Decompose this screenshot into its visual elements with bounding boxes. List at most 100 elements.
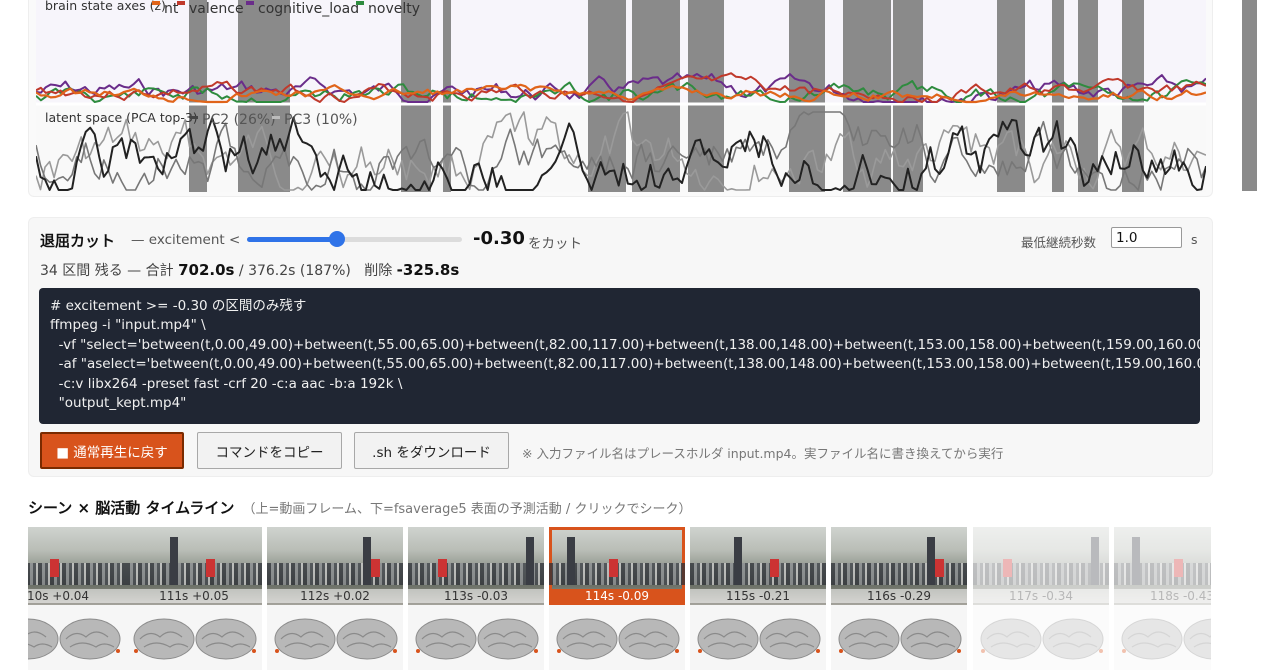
brain-surface-pair: [28, 618, 121, 660]
brain-activity-thumbnail[interactable]: [408, 611, 544, 670]
legend-swatch: [190, 116, 198, 119]
min-duration-unit: s: [1191, 232, 1198, 247]
legend-entry: PC2 (26%): [202, 112, 276, 128]
boring-cut-panel: 退屈カット — excitement < -0.30 をカット 最低継続秒数 s…: [28, 217, 1213, 477]
frame-crowd: [831, 563, 967, 585]
brain-surface-pair: [1121, 618, 1211, 660]
placeholder-note: ※ 入力ファイル名はプレースホルダ input.mp4。実ファイル名に書き換えて…: [522, 446, 1004, 461]
timeline-heading: シーン × 脳活動 タイムライン （上=動画フレーム、下=fsaverage5 表…: [28, 497, 691, 518]
deleted-value: -325.8s: [396, 261, 460, 279]
frame-figure: [1132, 537, 1140, 585]
legend-swatch: [356, 1, 364, 5]
legend-entry: nt: [164, 1, 179, 17]
tile-label: 118s -0.43: [1114, 589, 1211, 603]
frame-crowd: [408, 563, 544, 585]
tile-label: 111s +0.05: [126, 589, 262, 603]
tile-label: 116s -0.29: [831, 589, 967, 603]
brain-surface-pair: [415, 618, 539, 660]
threshold-slider[interactable]: [247, 231, 462, 247]
legend-entry: novelty: [368, 1, 420, 17]
frame-figure: [567, 537, 575, 585]
deleted-label: 削除: [364, 263, 393, 279]
frame-figure: [526, 537, 534, 585]
command-line: "output_kept.mp4": [50, 395, 187, 412]
tile-label: 10s +0.04: [28, 589, 126, 603]
timeline-tile[interactable]: 10s +0.04: [28, 527, 126, 670]
kept-total: 702.0s: [178, 261, 235, 279]
legend-entry: valence: [189, 1, 244, 17]
legend-entry: cognitive_load: [258, 1, 359, 17]
frame-figure: [935, 559, 944, 577]
frame-figure: [1003, 559, 1012, 577]
frame-crowd: [267, 563, 403, 585]
cut-metric-label: — excitement <: [131, 232, 241, 248]
brain-activity-thumbnail[interactable]: [1114, 611, 1211, 670]
frame-figure: [1091, 537, 1099, 585]
frame-figure: [770, 559, 779, 577]
timeline-tile[interactable]: 118s -0.43: [1114, 527, 1211, 670]
timeline-tile[interactable]: 115s -0.21: [690, 527, 826, 670]
tile-label: 117s -0.34: [973, 589, 1109, 603]
brain-activity-thumbnail[interactable]: [126, 611, 262, 670]
timeline-title: シーン × 脳活動 タイムライン: [28, 499, 235, 517]
frame-figure: [927, 537, 935, 585]
command-line: -af "aselect='between(t,0.00,49.00)+betw…: [50, 356, 1200, 373]
legend-swatch: [152, 1, 160, 5]
timeline-tile[interactable]: 117s -0.34: [973, 527, 1109, 670]
frame-figure: [734, 537, 742, 585]
legend-swatch: [246, 1, 254, 5]
command-line: -c:v libx264 -preset fast -crf 20 -c:a a…: [50, 375, 403, 392]
frame-crowd: [1114, 563, 1211, 585]
brain-activity-thumbnail[interactable]: [831, 611, 967, 670]
brain-activity-thumbnail[interactable]: [28, 611, 126, 670]
min-duration-label: 最低継続秒数: [1021, 235, 1097, 250]
legend-swatch: [272, 116, 280, 119]
slider-fill: [247, 237, 338, 242]
segments-text: 34 区間 残る — 合計: [40, 263, 174, 279]
brain-activity-thumbnail[interactable]: [973, 611, 1109, 670]
command-line: # excitement >= -0.30 の区間のみ残す: [50, 298, 307, 314]
tile-label: 112s +0.02: [267, 589, 403, 603]
frame-crowd: [690, 563, 826, 585]
brain-activity-thumbnail[interactable]: [690, 611, 826, 670]
frame-crowd: [126, 563, 262, 585]
state-charts-svg[interactable]: brain state axes (z) nt valence cognitive_…: [36, 0, 1206, 196]
slider-thumb[interactable]: [329, 231, 346, 247]
download-sh-button[interactable]: .sh をダウンロード: [354, 432, 509, 469]
tile-label: 114s -0.09: [549, 589, 685, 603]
cut-title: 退屈カット: [40, 232, 116, 250]
legend-entry: PC3 (10%): [284, 112, 358, 128]
scene-brain-timeline[interactable]: 10s +0.04 111s +0.05 112s +0.02 113s -0.03 1…: [28, 527, 1211, 670]
frame-figure: [363, 537, 371, 585]
frame-figure: [609, 559, 618, 577]
timeline-tile[interactable]: 116s -0.29: [831, 527, 967, 670]
cut-suffix: をカット: [528, 236, 582, 252]
threshold-value: -0.30: [473, 228, 525, 249]
frame-figure: [371, 559, 380, 577]
frame-figure: [50, 559, 59, 577]
ffmpeg-command-box[interactable]: # excitement >= -0.30 の区間のみ残す ffmpeg -i …: [39, 288, 1200, 424]
brain-chart-legend: nt valence cognitive_load novelty: [152, 1, 420, 17]
tile-label: 115s -0.21: [690, 589, 826, 603]
normal-playback-button[interactable]: ■ 通常再生に戻す: [40, 432, 184, 469]
frame-figure: [170, 537, 178, 585]
timeline-tile[interactable]: 113s -0.03: [408, 527, 544, 670]
frame-figure: [1174, 559, 1183, 577]
brain-chart-title: brain state axes (z): [45, 0, 166, 13]
brain-activity-thumbnail[interactable]: [549, 611, 685, 670]
state-charts-panel: brain state axes (z) nt valence cognitive_…: [28, 0, 1213, 197]
brain-surface-pair: [980, 618, 1104, 660]
legend-swatch: [177, 1, 185, 5]
command-line: ffmpeg -i "input.mp4" \: [50, 317, 206, 334]
copy-command-button[interactable]: コマンドをコピー: [197, 432, 342, 469]
command-line: -vf "select='between(t,0.00,49.00)+betwe…: [50, 336, 1200, 353]
brain-activity-thumbnail[interactable]: [267, 611, 403, 670]
frame-figure: [438, 559, 447, 577]
brain-surface-pair: [697, 618, 821, 660]
timeline-tile[interactable]: 112s +0.02: [267, 527, 403, 670]
timeline-tile[interactable]: 114s -0.09: [549, 527, 685, 670]
min-duration-input[interactable]: [1111, 227, 1182, 248]
frame-figure: [206, 559, 215, 577]
timeline-tile[interactable]: 111s +0.05: [126, 527, 262, 670]
brain-surface-pair: [133, 618, 257, 660]
